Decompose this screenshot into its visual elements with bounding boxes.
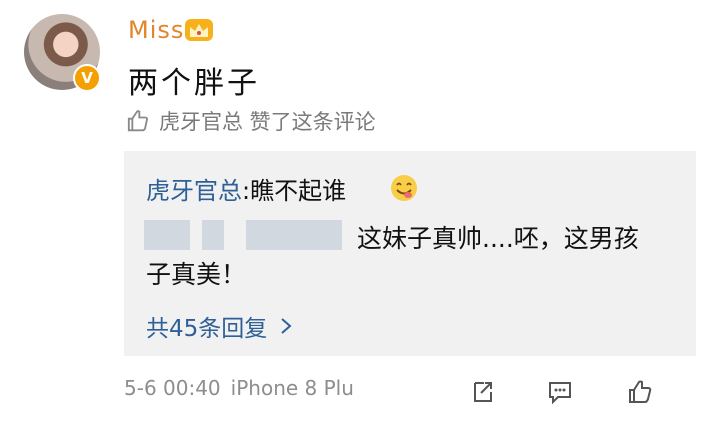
comment-text: 两个胖子 [128,66,260,101]
crown-icon [185,19,213,41]
device: iPhone 8 Plu [230,376,354,400]
username[interactable]: Miss [128,16,184,44]
chevron-right-icon [281,318,292,334]
blurred-mention-3 [246,220,342,250]
reply-count-link[interactable]: 共45条回复 [146,309,293,343]
blurred-mention-2 [202,220,224,250]
like-notice: 虎牙官总 赞了这条评论 [123,106,376,136]
reply-count-text: 共45条回复 [146,316,268,342]
timestamp: 5-6 00:40 [124,376,221,400]
yum-emoji [391,175,417,201]
like-icon[interactable] [625,377,655,407]
reply-author-text: :瞧不起谁 [242,177,347,205]
reply-text: 这妹子真帅....呸，这男孩 [357,224,639,253]
reply-title: 虎牙官总:瞧不起谁 [146,171,346,206]
reply-text-continued: 子真美！ [146,260,247,289]
comment-icon[interactable] [545,377,575,407]
reply-box[interactable]: 虎牙官总:瞧不起谁 这妹子真帅....呸，这男孩 子真美！ 共45条回复 [124,151,696,356]
thumbs-up-icon [127,110,148,132]
like-notice-text: 虎牙官总 赞了这条评论 [159,110,376,134]
verified-badge: V [73,64,101,92]
blurred-mention-1 [144,220,190,250]
share-icon[interactable] [467,377,497,407]
reply-author[interactable]: 虎牙官总 [146,177,242,205]
post-meta: 5-6 00:40 iPhone 8 Plu [124,376,354,400]
